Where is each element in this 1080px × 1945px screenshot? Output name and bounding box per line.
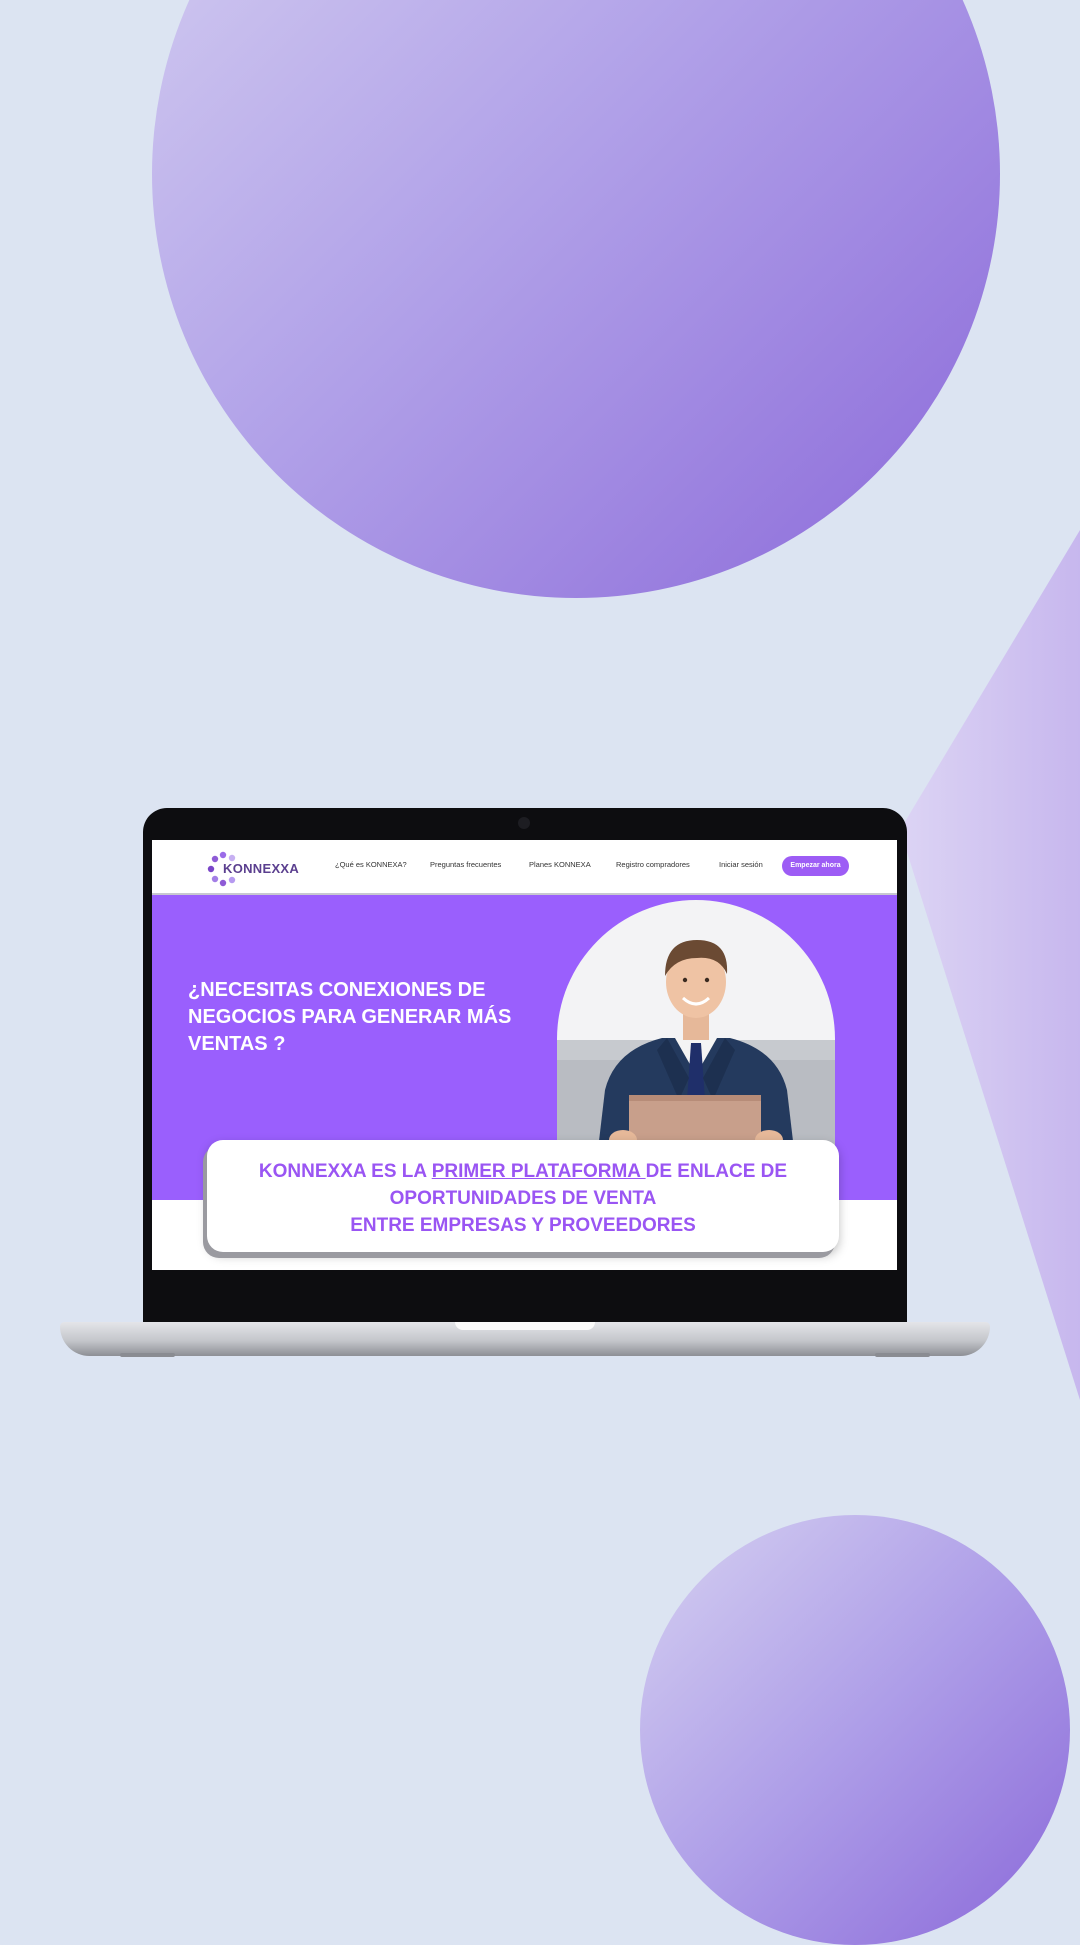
site-navbar: KONNEXXA ¿Qué es KONNEXA? Preguntas frec… <box>152 840 897 895</box>
site-logo[interactable]: KONNEXXA <box>207 848 302 888</box>
website-screenshot: KONNEXXA ¿Qué es KONNEXA? Preguntas frec… <box>152 840 897 1270</box>
businessman-illustration <box>557 940 835 1158</box>
laptop-hinge-notch <box>455 1322 595 1330</box>
nav-link-registro[interactable]: Registro compradores <box>616 860 690 869</box>
decorative-circle-bottom <box>640 1515 1070 1945</box>
nav-link-planes[interactable]: Planes KONNEXA <box>529 860 591 869</box>
laptop-foot-right <box>875 1353 930 1357</box>
tagline-line-1-end: DE ENLACE DE <box>645 1161 788 1182</box>
tagline-card: KONNEXXA ES LA PRIMER PLATAFORMA DE ENLA… <box>207 1140 839 1252</box>
logo-text: KONNEXXA <box>223 861 300 876</box>
tagline-line-2: OPORTUNIDADES DE VENTA <box>389 1188 657 1209</box>
nav-link-iniciar-sesion[interactable]: Iniciar sesión <box>719 860 763 869</box>
tagline-line-3: ENTRE EMPRESAS Y PROVEEDORES <box>350 1215 696 1236</box>
tagline-line-1-start: KONNEXXA ES LA <box>258 1161 432 1182</box>
camera-icon <box>518 817 530 829</box>
nav-link-preguntas[interactable]: Preguntas frecuentes <box>430 860 501 869</box>
empezar-ahora-button[interactable]: Empezar ahora <box>782 856 849 876</box>
laptop-foot-left <box>120 1353 175 1357</box>
tagline-underlined-text: PRIMER PLATAFORMA <box>431 1161 646 1182</box>
hero-photo-businessman <box>557 900 835 1158</box>
laptop-base <box>60 1322 990 1357</box>
hero-heading: ¿NECESITAS CONEXIONES DE NEGOCIOS PARA G… <box>188 979 512 1055</box>
nav-link-que-es[interactable]: ¿Qué es KONNEXA? <box>335 860 407 869</box>
tagline-line-1: KONNEXXA ES LA PRIMER PLATAFORMA DE ENLA… <box>207 1158 839 1185</box>
